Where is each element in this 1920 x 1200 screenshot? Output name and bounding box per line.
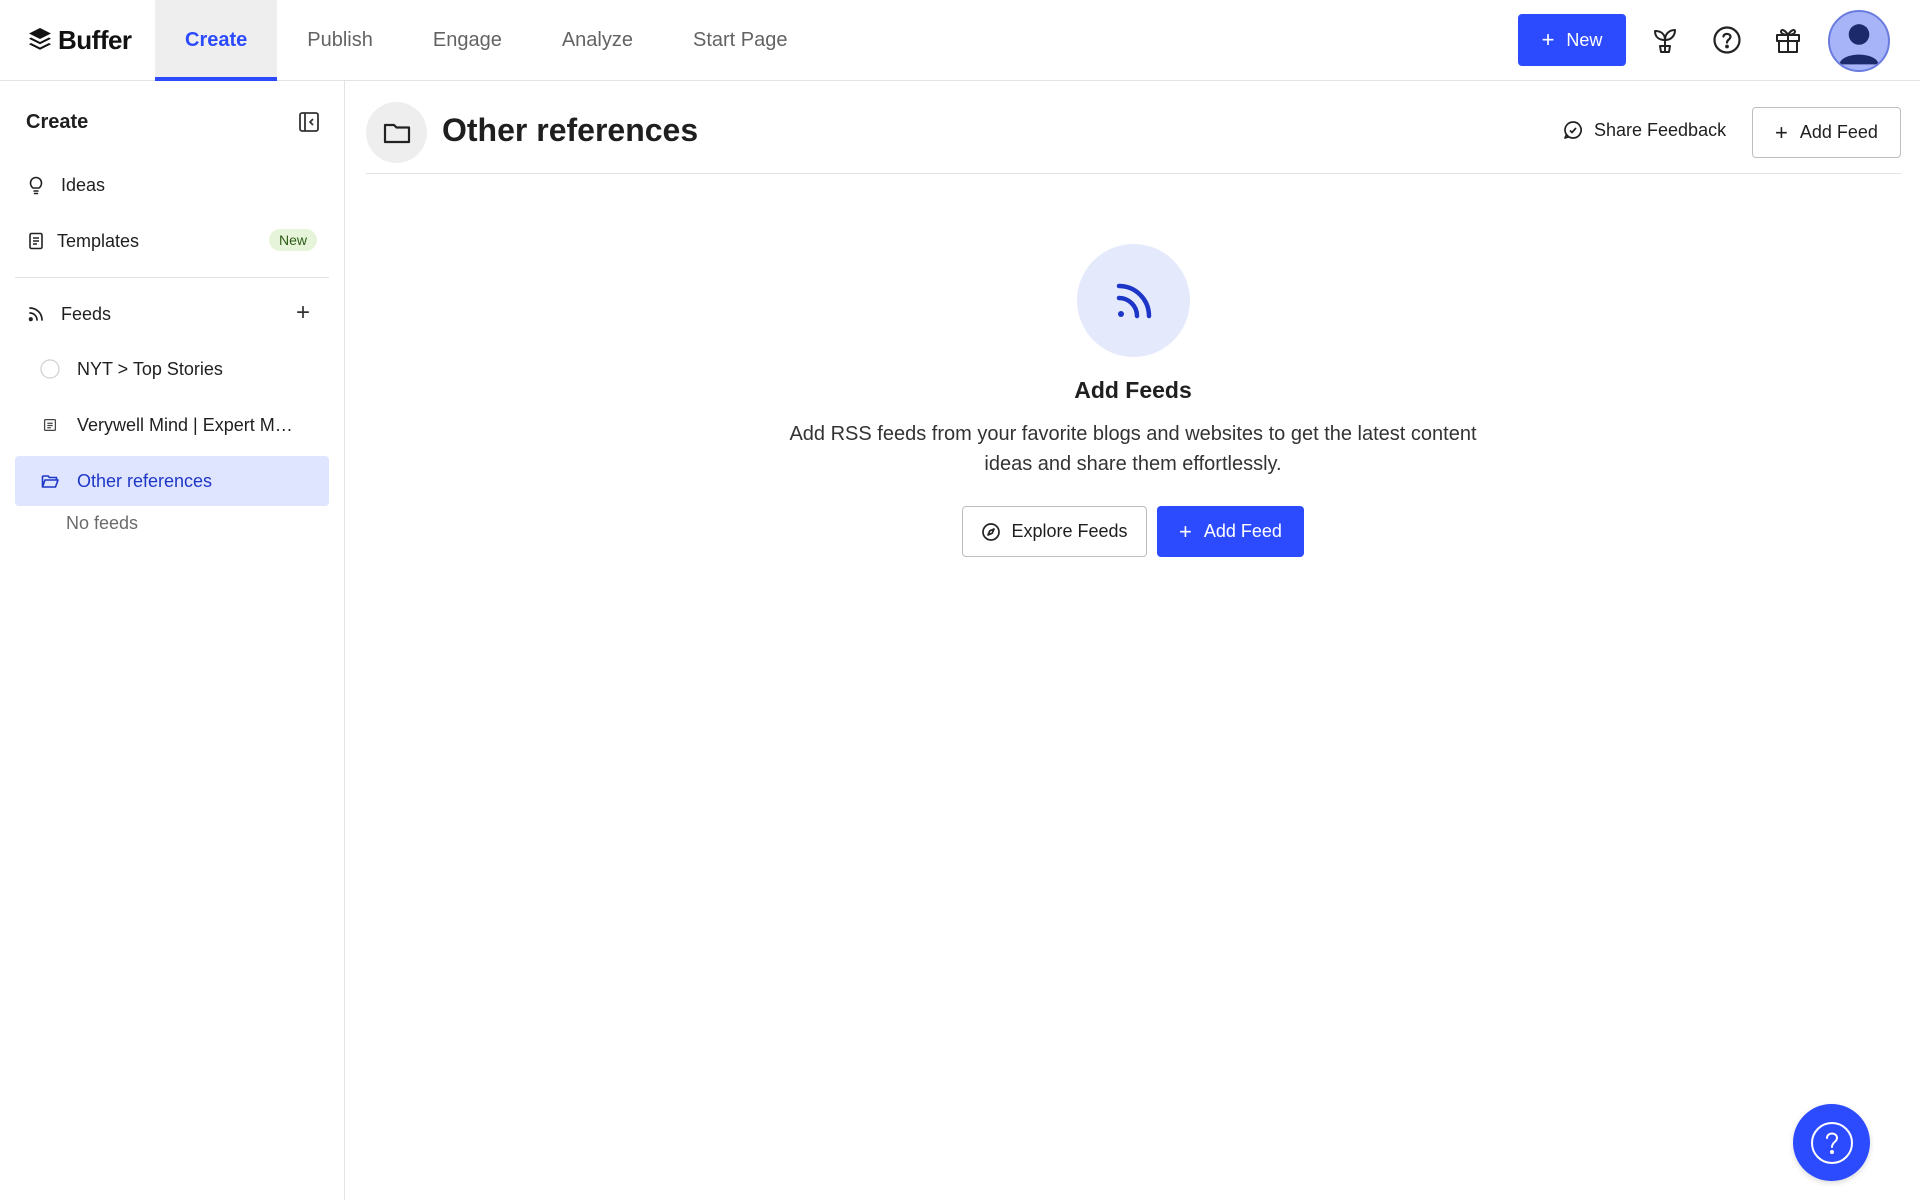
- feedback-icon: [1564, 121, 1582, 139]
- add-feed-plus-icon[interactable]: +: [291, 299, 315, 326]
- folder-open-icon: [39, 470, 61, 492]
- gift-icon[interactable]: [1769, 21, 1807, 59]
- sidebar-item-label: Feeds: [61, 303, 112, 324]
- buffer-logo[interactable]: Buffer: [28, 22, 132, 58]
- explore-feeds-label: Explore Feeds: [1011, 521, 1128, 541]
- feed-item-label: Verywell Mind | Expert M…: [77, 414, 293, 435]
- new-button[interactable]: + New: [1518, 14, 1626, 66]
- page-title: Other references: [442, 112, 699, 148]
- brand-name: Buffer: [58, 24, 132, 55]
- tab-publish[interactable]: Publish: [277, 0, 403, 81]
- top-navigation: Buffer Create Publish Engage Analyze Sta…: [0, 0, 1920, 82]
- feed-favicon-icon: [39, 414, 61, 436]
- tab-start-page[interactable]: Start Page: [663, 0, 818, 81]
- rss-icon: [25, 303, 47, 325]
- no-feeds-text: No feeds: [66, 513, 139, 533]
- new-button-label: New: [1566, 29, 1603, 50]
- plus-icon: +: [1541, 27, 1555, 52]
- avatar-icon: [1839, 24, 1879, 65]
- sidebar: Create Ideas Templates New Feeds + NYT >…: [0, 81, 345, 1200]
- empty-state-title: Add Feeds: [1074, 377, 1192, 403]
- compass-icon: [982, 522, 1001, 541]
- plus-icon: +: [1775, 119, 1788, 145]
- bulb-icon: [25, 174, 47, 196]
- plus-icon: +: [1179, 518, 1192, 544]
- sidebar-title: Create: [26, 111, 89, 133]
- sidebar-item-label: Ideas: [61, 174, 106, 195]
- help-chat-button[interactable]: [1793, 1104, 1870, 1181]
- tab-engage[interactable]: Engage: [403, 0, 532, 81]
- add-feed-label: Add Feed: [1799, 122, 1878, 142]
- help-icon: [1810, 1121, 1853, 1164]
- share-feedback-label: Share Feedback: [1594, 119, 1727, 140]
- rss-icon: [1077, 244, 1190, 357]
- new-badge: New: [268, 229, 317, 251]
- sidebar-item-feeds[interactable]: Feeds +: [15, 289, 329, 339]
- feed-item-other-references[interactable]: Other references: [15, 456, 329, 506]
- template-icon: [25, 230, 47, 252]
- folder-icon: [366, 102, 427, 163]
- avatar[interactable]: [1828, 10, 1890, 72]
- empty-state-description: Add RSS feeds from your favorite blogs a…: [789, 423, 1477, 475]
- add-feed-button-primary[interactable]: + Add Feed: [1157, 506, 1304, 557]
- sidebar-item-label: Templates: [57, 230, 140, 251]
- plant-icon[interactable]: [1646, 21, 1684, 59]
- help-icon[interactable]: [1708, 21, 1746, 59]
- feed-item-verywell[interactable]: Verywell Mind | Expert M…: [15, 400, 329, 450]
- feed-item-label: Other references: [77, 470, 213, 491]
- feed-item-nyt[interactable]: NYT > Top Stories: [15, 344, 329, 394]
- add-feed-primary-label: Add Feed: [1203, 521, 1282, 541]
- buffer-logo-icon: [29, 28, 51, 50]
- sidebar-divider: [15, 277, 329, 278]
- main-content: Other references Share Feedback + Add Fe…: [346, 81, 1920, 1200]
- add-feed-button-header[interactable]: + Add Feed: [1752, 107, 1901, 158]
- tab-analyze[interactable]: Analyze: [532, 0, 663, 81]
- feed-favicon-icon: [39, 358, 61, 380]
- sidebar-item-ideas[interactable]: Ideas: [15, 160, 329, 210]
- collapse-icon[interactable]: [296, 109, 322, 135]
- sidebar-item-templates[interactable]: Templates New: [15, 216, 329, 266]
- page-header: Other references Share Feedback + Add Fe…: [366, 81, 1901, 174]
- feed-item-label: NYT > Top Stories: [77, 358, 223, 379]
- tab-create[interactable]: Create: [155, 0, 278, 82]
- share-feedback-button[interactable]: Share Feedback: [1562, 119, 1726, 141]
- main-nav: Create Publish Engage Analyze Start Page: [155, 0, 818, 82]
- explore-feeds-button[interactable]: Explore Feeds: [962, 506, 1147, 557]
